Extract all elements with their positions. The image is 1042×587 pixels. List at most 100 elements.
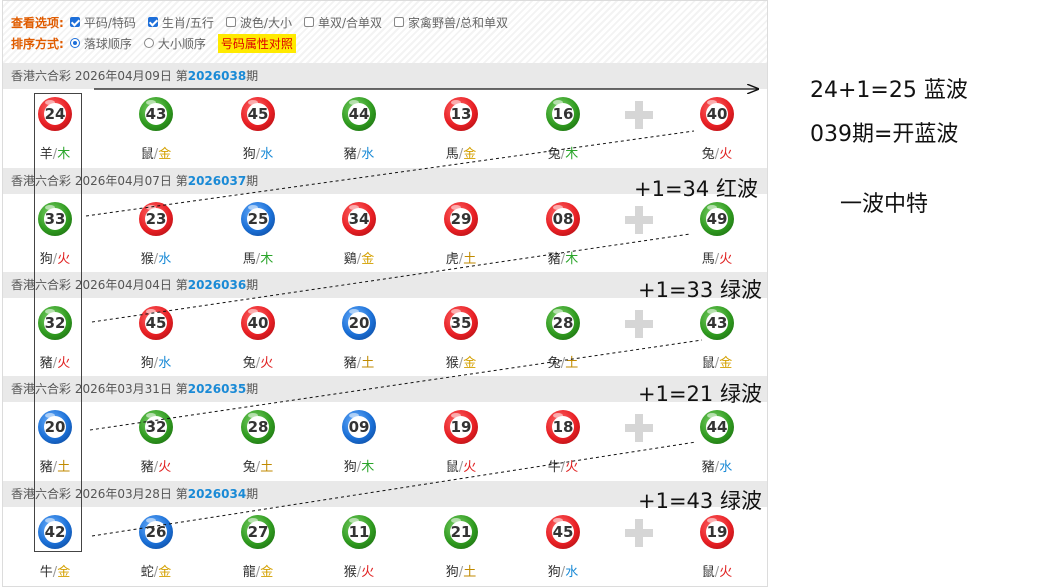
view-option-normal-special[interactable]: 平码/特码 <box>69 14 136 31</box>
ball-slot: 35 猴/金 <box>431 306 491 371</box>
draw-number-link[interactable]: 2026036 <box>188 278 246 292</box>
green-ball-icon: 44 <box>700 410 734 444</box>
zodiac: 狗 <box>445 565 459 580</box>
view-option-poultry-beast[interactable]: 家禽野兽/总和单双 <box>394 14 508 31</box>
zodiac-element-label: 馬/火 <box>687 248 747 267</box>
zodiac: 兔 <box>547 356 561 371</box>
zodiac: 虎 <box>445 252 459 267</box>
zodiac-element-label: 猴/金 <box>431 352 491 371</box>
ball-number: 45 <box>247 105 269 123</box>
zodiac-element-label: 兔/火 <box>228 352 288 371</box>
red-ball-icon: 34 <box>342 202 376 236</box>
special-ball-slot: 43 鼠/金 <box>687 306 747 371</box>
annotation-right-line3: 一波中特 <box>840 192 929 217</box>
element: 金 <box>361 252 375 267</box>
blue-ball-icon: 20 <box>342 306 376 340</box>
ball-number: 13 <box>450 105 472 123</box>
checkbox-icon[interactable] <box>69 17 80 27</box>
green-ball-icon: 32 <box>139 410 173 444</box>
plus-icon <box>625 206 653 234</box>
red-ball-icon: 19 <box>444 410 478 444</box>
zodiac-element-label: 兔/土 <box>533 352 593 371</box>
zodiac-element-label: 豬/水 <box>687 456 747 475</box>
ball-number: 35 <box>450 314 472 332</box>
red-ball-icon: 24 <box>38 97 72 131</box>
red-ball-icon: 13 <box>444 97 478 131</box>
ball-number: 23 <box>145 210 167 228</box>
ball-slot: 34 鷄/金 <box>329 202 389 267</box>
view-options-row: 查看选项: 平码/特码 生肖/五行 波色/大小 单双/合单双 家禽野兽/总和单双 <box>11 13 520 31</box>
zodiac: 狗 <box>343 460 357 475</box>
zodiac: 狗 <box>140 356 154 371</box>
plus-icon <box>625 519 653 547</box>
element: 水 <box>260 147 274 162</box>
draw-suffix: 期 <box>246 487 259 501</box>
ball-number: 20 <box>44 418 66 436</box>
zodiac: 鼠 <box>140 147 154 162</box>
view-option-color-size[interactable]: 波色/大小 <box>225 14 292 31</box>
draw-number-link[interactable]: 2026034 <box>188 487 246 501</box>
zodiac-element-label: 豬/木 <box>533 248 593 267</box>
blue-ball-icon: 25 <box>241 202 275 236</box>
element: 金 <box>463 356 477 371</box>
ball-slot: 28 兔/土 <box>228 410 288 475</box>
zodiac: 鷄 <box>343 252 357 267</box>
blue-ball-icon: 20 <box>38 410 72 444</box>
element: 火 <box>565 460 579 475</box>
zodiac-element-label: 龍/金 <box>228 561 288 580</box>
ball-number: 08 <box>552 210 574 228</box>
zodiac-element-label: 猴/火 <box>329 561 389 580</box>
view-option-zodiac-element[interactable]: 生肖/五行 <box>147 14 214 31</box>
ball-number: 21 <box>450 523 472 541</box>
zodiac: 猴 <box>445 356 459 371</box>
draw-header: 香港六合彩 2026年04月09日 第2026038期 <box>3 63 767 89</box>
checkbox-icon[interactable] <box>147 17 158 27</box>
draw-number-link[interactable]: 2026035 <box>188 382 246 396</box>
ball-number: 33 <box>44 210 66 228</box>
element: 火 <box>361 565 375 580</box>
ball-slot: 27 龍/金 <box>228 515 288 580</box>
annotation-row-note: +1=21 绿波 <box>638 382 762 406</box>
zodiac: 豬 <box>140 460 154 475</box>
draw-row: 香港六合彩 2026年04月09日 第2026038期 24 羊/木 43 鼠/金 45 狗… <box>3 63 767 167</box>
draw-number-link[interactable]: 2026038 <box>188 69 246 83</box>
radio-icon[interactable] <box>69 38 80 48</box>
checkbox-icon[interactable] <box>394 17 404 27</box>
zodiac-element-label: 虎/土 <box>431 248 491 267</box>
zodiac: 馬 <box>242 252 256 267</box>
zodiac: 牛 <box>39 565 53 580</box>
ball-number: 26 <box>145 523 167 541</box>
draw-number-link[interactable]: 2026037 <box>188 174 246 188</box>
zodiac-element-label: 兔/火 <box>687 143 747 162</box>
zodiac: 鼠 <box>701 356 715 371</box>
ball-number: 44 <box>348 105 370 123</box>
checkbox-icon[interactable] <box>303 17 314 27</box>
sort-option-draw-order[interactable]: 落球顺序 <box>69 35 132 52</box>
element: 土 <box>463 565 477 580</box>
checkbox-icon[interactable] <box>225 17 236 27</box>
zodiac-element-label: 鼠/金 <box>687 352 747 371</box>
sort-options-row: 排序方式: 落球顺序 大小顺序 号码属性对照 <box>11 33 296 53</box>
ball-slot: 11 猴/火 <box>329 515 389 580</box>
ball-slot: 16 兔/木 <box>533 97 593 162</box>
red-ball-icon: 45 <box>546 515 580 549</box>
zodiac: 狗 <box>547 565 561 580</box>
zodiac: 龍 <box>242 565 256 580</box>
zodiac-element-label: 猴/水 <box>126 248 186 267</box>
radio-icon[interactable] <box>143 38 154 48</box>
red-ball-icon: 18 <box>546 410 580 444</box>
view-option-odd-even[interactable]: 单双/合单双 <box>303 14 382 31</box>
attribute-reference-button[interactable]: 号码属性对照 <box>217 33 296 53</box>
zodiac-element-label: 狗/水 <box>228 143 288 162</box>
zodiac-element-label: 狗/木 <box>329 456 389 475</box>
ball-number: 11 <box>348 523 370 541</box>
annotation-row-note: +1=43 绿波 <box>638 489 762 513</box>
zodiac-element-label: 馬/木 <box>228 248 288 267</box>
zodiac: 猴 <box>343 565 357 580</box>
zodiac: 豬 <box>343 356 357 371</box>
sort-option-size-order[interactable]: 大小顺序 <box>143 35 206 52</box>
red-ball-icon: 45 <box>241 97 275 131</box>
zodiac-element-label: 蛇/金 <box>126 561 186 580</box>
element: 金 <box>463 147 477 162</box>
zodiac: 豬 <box>547 252 561 267</box>
